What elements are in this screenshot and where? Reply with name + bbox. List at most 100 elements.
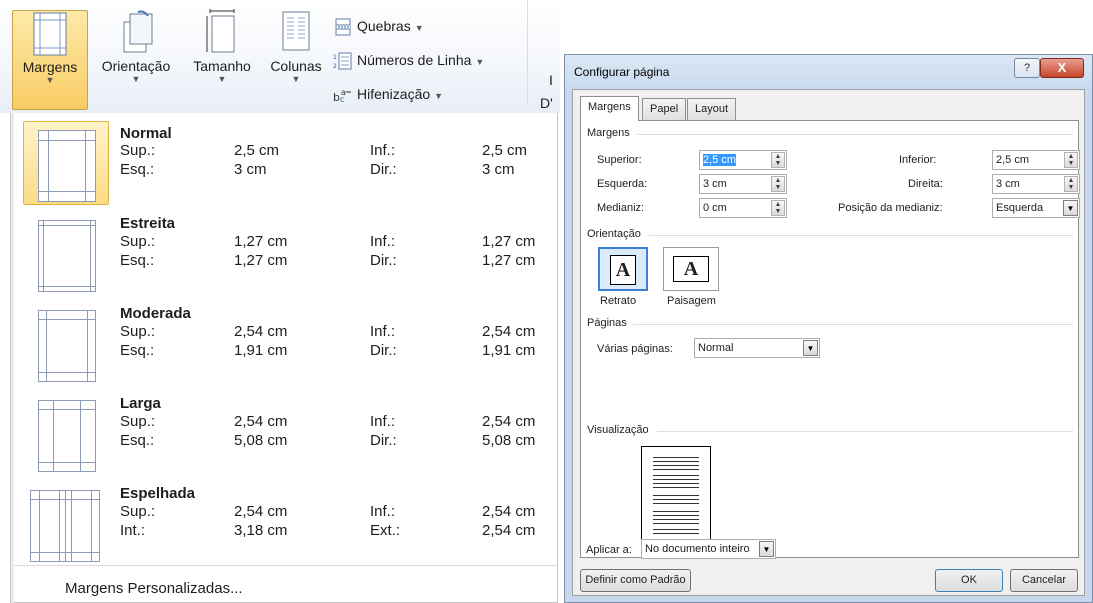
preview-group-title: Visualização — [587, 424, 649, 436]
bottom-margin-value: 2,5 cm — [996, 154, 1030, 166]
spin-arrows-icon[interactable]: ▲ ▼ — [771, 200, 785, 216]
margin-option-moderate[interactable]: Moderada Sup.: 2,54 cm Inf.: 2,54 cm Esq… — [17, 297, 557, 385]
cancel-button[interactable]: Cancelar — [1010, 569, 1078, 592]
portrait-label: Retrato — [600, 295, 637, 307]
group-divider — [633, 324, 1073, 325]
columns-icon — [282, 11, 310, 51]
orientation-group-title: Orientação — [587, 228, 641, 240]
margin-label: Inf.: — [370, 233, 396, 250]
tab-paper[interactable]: Papel — [642, 98, 687, 120]
portrait-page-icon: A — [610, 255, 636, 285]
margin-label: Dir.: — [370, 432, 397, 449]
margin-label: Sup.: — [120, 413, 156, 430]
ribbon-separator — [527, 0, 528, 105]
chevron-down-icon: ▼ — [45, 75, 55, 85]
set-as-default-button[interactable]: Definir como Padrão — [580, 569, 691, 592]
margin-option-name: Normal — [120, 125, 172, 142]
margin-thumbnail — [23, 301, 109, 385]
dialog-titlebar[interactable]: Configurar página ? X — [565, 55, 1092, 89]
margin-option-mirrored[interactable]: Espelhada Sup.: 2,54 cm Inf.: 2,54 cm In… — [17, 477, 557, 565]
landscape-option[interactable]: A — [663, 247, 719, 291]
gutter-position-value: Esquerda — [996, 202, 1044, 214]
landscape-label: Paisagem — [667, 295, 716, 307]
columns-button[interactable]: Colunas ▼ — [261, 8, 331, 84]
apply-to-label: Aplicar a: — [586, 544, 632, 556]
margin-option-narrow[interactable]: Estreita Sup.: 1,27 cm Inf.: 1,27 cm Esq… — [17, 207, 557, 295]
margin-value: 3 cm — [482, 161, 515, 178]
margin-value: 1,91 cm — [482, 342, 536, 359]
margin-thumbnail — [23, 211, 109, 295]
multiple-pages-select[interactable]: Normal ▼ — [694, 338, 820, 358]
margins-button[interactable]: Margens ▼ — [12, 10, 88, 110]
spin-arrows-icon[interactable]: ▲ ▼ — [1064, 152, 1078, 168]
margin-value: 1,27 cm — [234, 252, 288, 269]
portrait-option[interactable]: A — [598, 247, 648, 291]
margin-value: 2,54 cm — [234, 413, 288, 430]
tab-margins[interactable]: Margens — [580, 96, 639, 121]
svg-text:b: b — [333, 91, 340, 104]
pages-group-title: Páginas — [587, 317, 627, 329]
breaks-button[interactable]: Quebras ▼ — [333, 18, 424, 36]
top-margin-value: 2,5 cm — [703, 154, 737, 166]
margin-value: 5,08 cm — [482, 432, 536, 449]
margin-option-normal[interactable]: Normal Sup.: 2,5 cm Inf.: 2,5 cm Esq.: 3… — [17, 117, 557, 205]
custom-margins-item[interactable]: Margens Personalizadas... — [65, 580, 243, 597]
bottom-margin-label: Inferior: — [899, 154, 937, 166]
margin-value: 1,91 cm — [234, 342, 288, 359]
apply-to-select[interactable]: No documento inteiro ▼ — [641, 539, 776, 559]
gutter-spinner[interactable]: 0 cm ▲ ▼ — [699, 198, 787, 218]
margin-label: Ext.: — [370, 522, 401, 539]
group-divider — [649, 235, 1073, 236]
margin-value: 2,54 cm — [482, 413, 536, 430]
margins-dropdown-menu: Normal Sup.: 2,5 cm Inf.: 2,5 cm Esq.: 3… — [10, 113, 558, 603]
close-button[interactable]: X — [1040, 58, 1084, 78]
chevron-down-icon: ▼ — [414, 23, 424, 33]
margin-value: 5,08 cm — [234, 432, 288, 449]
left-margin-spinner[interactable]: 3 cm ▲ ▼ — [699, 174, 787, 194]
margins-label: Margens — [22, 59, 78, 75]
spin-arrows-icon[interactable]: ▲ ▼ — [1064, 176, 1078, 192]
top-margin-spinner[interactable]: 2,5 cm ▲ ▼ — [699, 150, 787, 170]
top-margin-label: Superior: — [597, 154, 642, 166]
page-setup-dialog: Configurar página ? X Margens Papel Layo… — [564, 54, 1093, 603]
page-margin-icon — [38, 130, 96, 202]
chevron-down-icon: ▼ — [291, 74, 301, 84]
margin-option-wide[interactable]: Larga Sup.: 2,54 cm Inf.: 2,54 cm Esq.: … — [17, 387, 557, 475]
page-margin-icon — [38, 310, 96, 382]
margin-label: Esq.: — [120, 161, 155, 178]
gutter-position-select[interactable]: Esquerda ▼ — [992, 198, 1080, 218]
dropdown-arrow-icon[interactable]: ▼ — [1063, 200, 1078, 216]
help-button[interactable]: ? — [1014, 58, 1040, 78]
dropdown-arrow-icon[interactable]: ▼ — [803, 340, 818, 356]
margin-value: 2,54 cm — [482, 522, 536, 539]
margin-label: Int.: — [120, 522, 146, 539]
multiple-pages-value: Normal — [698, 342, 734, 354]
bottom-margin-spinner[interactable]: 2,5 cm ▲ ▼ — [992, 150, 1080, 170]
tab-layout[interactable]: Layout — [687, 98, 737, 120]
margin-label: Sup.: — [120, 142, 156, 159]
right-margin-label: Direita: — [908, 178, 943, 190]
group-divider — [637, 134, 1073, 135]
size-button[interactable]: Tamanho ▼ — [183, 8, 261, 84]
chevron-down-icon: ▼ — [131, 74, 141, 84]
ok-button[interactable]: OK — [935, 569, 1003, 592]
margin-label: Dir.: — [370, 161, 397, 178]
menu-separator — [14, 565, 557, 566]
margin-label: Sup.: — [120, 323, 156, 340]
line-numbers-button[interactable]: 1 2 Números de Linha ▼ — [333, 52, 484, 70]
right-margin-spinner[interactable]: 3 cm ▲ ▼ — [992, 174, 1080, 194]
orientation-button[interactable]: Orientação ▼ — [92, 8, 180, 84]
multiple-pages-label: Várias páginas: — [597, 343, 673, 355]
dropdown-arrow-icon[interactable]: ▼ — [759, 541, 774, 557]
gutter-label: Medianiz: — [597, 202, 645, 214]
margin-label: Dir.: — [370, 252, 397, 269]
margin-label: Dir.: — [370, 342, 397, 359]
dialog-body: Margens Papel Layout Margens Superior: 2… — [572, 89, 1085, 596]
margin-value: 2,54 cm — [234, 323, 288, 340]
spin-arrows-icon[interactable]: ▲ ▼ — [771, 152, 785, 168]
margin-value: 2,5 cm — [234, 142, 280, 159]
margin-label: Inf.: — [370, 323, 396, 340]
hyphenation-button[interactable]: b a c Hifenização ▼ — [333, 86, 443, 104]
orientation-label: Orientação — [101, 58, 171, 74]
spin-arrows-icon[interactable]: ▲ ▼ — [771, 176, 785, 192]
